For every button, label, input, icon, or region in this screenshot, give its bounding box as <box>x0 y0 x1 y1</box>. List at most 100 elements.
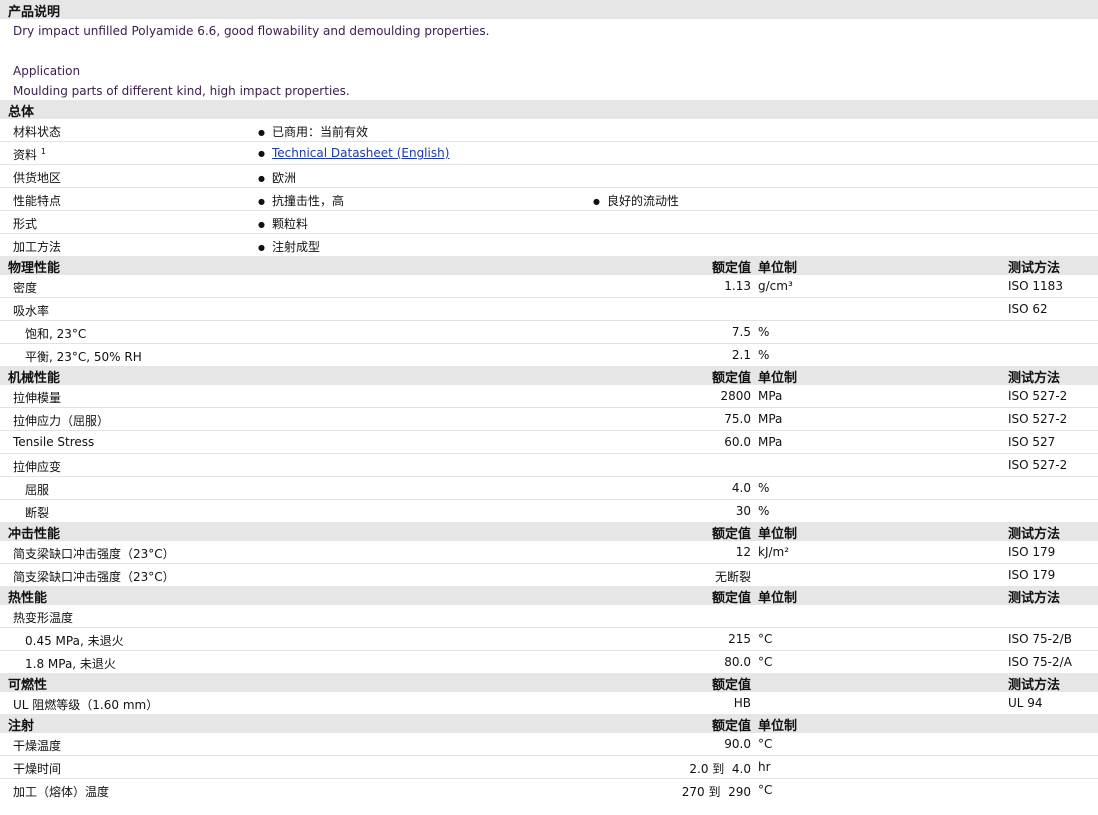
row-value: 90.0 <box>724 737 751 751</box>
row-unit: % <box>758 325 770 339</box>
row-hdt-18: 1.8 MPa, 未退火 80.0 °C ISO 75-2/A <box>0 651 1098 673</box>
row-melt-temp: 加工（熔体）温度 270 到 290 °C <box>0 779 1098 801</box>
row-unit: g/cm³ <box>758 279 793 293</box>
description-block: Dry impact unfilled Polyamide 6.6, good … <box>0 19 1098 100</box>
col-unit-header: 单位制 <box>758 371 798 386</box>
description-text: Dry impact unfilled Polyamide 6.6, good … <box>13 24 490 38</box>
col-value-header: 额定值 <box>711 261 751 276</box>
row-value: 7.5 <box>731 325 751 339</box>
row-method: UL 94 <box>1008 696 1043 710</box>
row-method: ISO 179 <box>1008 545 1056 559</box>
row-value: 4.0 <box>731 481 751 495</box>
section-header-thermal: 热性能 额定值 单位制 测试方法 <box>0 586 1098 606</box>
section-title: 总体 <box>8 105 35 120</box>
row-unit: °C <box>758 655 773 669</box>
row-charpy-unnotched: 简支梁缺口冲击强度（23°C） 无断裂 ISO 179 <box>0 564 1098 586</box>
row-unit: % <box>758 504 770 518</box>
row-value: 无断裂 <box>714 570 751 584</box>
section-header-impact: 冲击性能 额定值 单位制 测试方法 <box>0 522 1098 542</box>
row-unit: °C <box>758 632 773 646</box>
row-label: 资料 1 <box>13 147 46 162</box>
col-value-header: 额定值 <box>711 719 751 734</box>
row-label: 热变形温度 <box>13 611 74 625</box>
row-label: 密度 <box>13 281 38 295</box>
row-value: 2.1 <box>731 348 751 362</box>
row-label: 拉伸应力（屈服） <box>13 414 110 428</box>
footnote-marker: 1 <box>40 147 46 156</box>
row-method: ISO 62 <box>1008 302 1048 316</box>
col-method-header: 测试方法 <box>1008 591 1061 606</box>
row-label: 吸水率 <box>13 304 50 318</box>
row-method: ISO 179 <box>1008 568 1056 582</box>
section-title: 产品说明 <box>8 5 61 20</box>
col-method-header: 测试方法 <box>1008 678 1061 693</box>
col-unit-header: 单位制 <box>758 591 798 606</box>
col-value-header: 额定值 <box>711 591 751 606</box>
row-method: ISO 527-2 <box>1008 412 1068 426</box>
row-hdt-045: 0.45 MPa, 未退火 215 °C ISO 75-2/B <box>0 627 1098 651</box>
row-unit: % <box>758 348 770 362</box>
row-hdt: 热变形温度 <box>0 605 1098 627</box>
row-tensile-stress: Tensile Stress 60.0 MPa ISO 527 <box>0 431 1098 454</box>
col-value-header: 额定值 <box>711 371 751 386</box>
row-region: 供货地区 欧洲 <box>0 165 1098 188</box>
row-unit: MPa <box>758 412 783 426</box>
section-title: 机械性能 <box>8 371 61 386</box>
row-label: 供货地区 <box>13 171 62 185</box>
row-processing: 加工方法 注射成型 <box>0 234 1098 256</box>
row-label: 加工（熔体）温度 <box>13 785 110 799</box>
row-method: ISO 527 <box>1008 435 1056 449</box>
row-value: 2.0 到 4.0 <box>689 762 751 776</box>
row-features: 性能特点 抗撞击性，高 良好的流动性 <box>0 188 1098 211</box>
row-unit: MPa <box>758 389 783 403</box>
row-label: 0.45 MPa, 未退火 <box>25 634 124 648</box>
row-water-absorption: 吸水率 ISO 62 <box>0 298 1098 320</box>
row-tensile-modulus: 拉伸模量 2800 MPa ISO 527-2 <box>0 385 1098 408</box>
row-value: 12 <box>735 545 751 559</box>
row-tensile-stress-yield: 拉伸应力（屈服） 75.0 MPa ISO 527-2 <box>0 408 1098 431</box>
row-label: Tensile Stress <box>13 435 95 449</box>
row-label: 拉伸模量 <box>13 391 62 405</box>
section-title: 冲击性能 <box>8 527 61 542</box>
section-header-general: 总体 <box>0 100 1098 120</box>
col-unit-header: 单位制 <box>758 261 798 276</box>
row-unit: kJ/m² <box>758 545 790 559</box>
row-label: 形式 <box>13 217 38 231</box>
row-label: UL 阻燃等级（1.60 mm） <box>13 698 159 712</box>
row-method: ISO 527-2 <box>1008 458 1068 472</box>
row-label: 平衡, 23°C, 50% RH <box>25 350 142 364</box>
row-label: 屈服 <box>25 483 50 497</box>
row-ul-rating: UL 阻燃等级（1.60 mm） HB UL 94 <box>0 692 1098 714</box>
row-value: 2800 <box>720 389 751 403</box>
row-charpy-notched: 简支梁缺口冲击强度（23°C） 12 kJ/m² ISO 179 <box>0 541 1098 564</box>
col-method-header: 测试方法 <box>1008 527 1061 542</box>
row-value: 注射成型 <box>258 238 320 255</box>
row-unit: % <box>758 481 770 495</box>
row-unit: °C <box>758 737 773 751</box>
row-label: 性能特点 <box>13 194 62 208</box>
col-unit-header: 单位制 <box>758 719 798 734</box>
row-label: 饱和, 23°C <box>25 327 87 341</box>
row-value: 75.0 <box>724 412 751 426</box>
section-title: 物理性能 <box>8 261 61 276</box>
section-title: 注射 <box>8 719 35 734</box>
row-label: 简支梁缺口冲击强度（23°C） <box>13 570 175 584</box>
row-label: 断裂 <box>25 506 50 520</box>
row-saturation: 饱和, 23°C 7.5 % <box>0 320 1098 344</box>
col-unit-header: 单位制 <box>758 527 798 542</box>
col-value-header: 额定值 <box>711 527 751 542</box>
application-heading: Application <box>13 64 81 78</box>
row-value: 215 <box>728 632 751 646</box>
row-value: 270 到 290 <box>681 785 751 799</box>
row-tensile-strain: 拉伸应变 ISO 527-2 <box>0 454 1098 476</box>
datasheet-item: Technical Datasheet (English) <box>258 146 449 160</box>
datasheet-link[interactable]: Technical Datasheet (English) <box>272 146 449 160</box>
row-material-status: 材料状态 已商用：当前有效 <box>0 119 1098 142</box>
row-strain-break: 断裂 30 % <box>0 500 1098 522</box>
section-header-injection: 注射 额定值 单位制 <box>0 714 1098 734</box>
row-label: 1.8 MPa, 未退火 <box>25 657 116 671</box>
row-unit: °C <box>758 783 773 797</box>
row-method: ISO 527-2 <box>1008 389 1068 403</box>
row-value: 80.0 <box>724 655 751 669</box>
row-equilibrium: 平衡, 23°C, 50% RH 2.1 % <box>0 344 1098 366</box>
